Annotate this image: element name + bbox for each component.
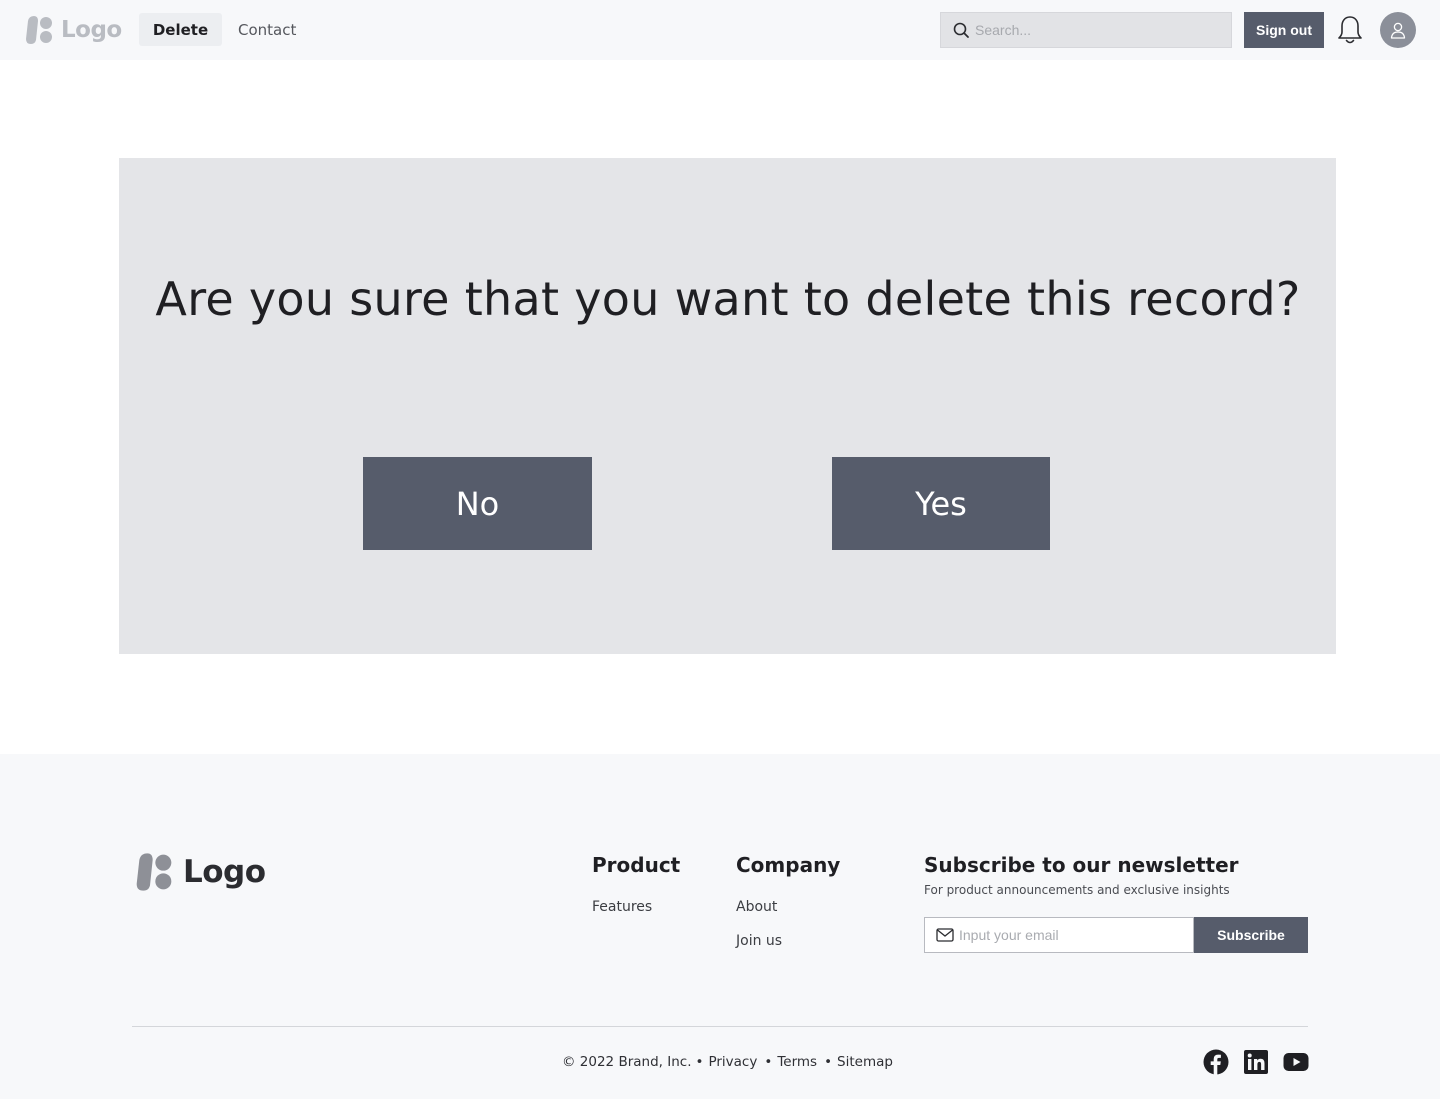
copyright-text: © 2022 Brand, Inc. (562, 1054, 692, 1070)
footer-product-heading: Product (592, 853, 681, 877)
linkedin-icon[interactable] (1243, 1049, 1269, 1075)
newsletter-heading: Subscribe to our newsletter (924, 853, 1239, 877)
footer-bottom-links: © 2022 Brand, Inc. • Privacy • Terms • S… (562, 1052, 893, 1072)
nav-item-delete[interactable]: Delete (139, 13, 222, 46)
youtube-icon[interactable] (1283, 1049, 1309, 1075)
mail-icon (936, 928, 954, 942)
footer-link-terms[interactable]: Terms (777, 1054, 817, 1070)
logo[interactable]: Logo (25, 15, 122, 45)
footer-link-join-us[interactable]: Join us (736, 933, 782, 949)
separator-dot: • (695, 1054, 704, 1070)
separator-dot: • (764, 1054, 773, 1070)
logo-text: Logo (61, 17, 122, 43)
logo-mark-icon (26, 16, 52, 44)
nav-item-contact[interactable]: Contact (238, 13, 296, 46)
footer-link-sitemap[interactable]: Sitemap (837, 1054, 893, 1070)
top-navbar: Logo Delete Contact Sign out (0, 0, 1440, 60)
newsletter-subtitle: For product announcements and exclusive … (924, 883, 1230, 897)
footer-logo[interactable]: Logo (135, 852, 266, 892)
no-button[interactable]: No (363, 457, 592, 550)
subscribe-button[interactable]: Subscribe (1194, 917, 1308, 953)
dialog-question: Are you sure that you want to delete thi… (155, 272, 1301, 326)
separator-dot: • (824, 1054, 833, 1070)
footer-link-privacy[interactable]: Privacy (708, 1054, 757, 1070)
search-icon (953, 22, 969, 38)
search-input[interactable] (975, 22, 1215, 38)
facebook-icon[interactable] (1203, 1049, 1229, 1075)
footer-company-heading: Company (736, 853, 841, 877)
email-box[interactable] (924, 917, 1194, 953)
delete-confirmation-dialog (119, 158, 1336, 654)
footer-logo-text: Logo (183, 854, 266, 890)
user-icon (1390, 22, 1406, 39)
bell-icon[interactable] (1336, 15, 1364, 45)
footer-link-features[interactable]: Features (592, 899, 652, 915)
footer-link-about[interactable]: About (736, 899, 777, 915)
logo-mark-icon (136, 853, 172, 891)
sign-out-button[interactable]: Sign out (1244, 12, 1324, 48)
email-input[interactable] (959, 927, 1184, 943)
footer-divider (132, 1026, 1308, 1027)
yes-button[interactable]: Yes (832, 457, 1050, 550)
avatar[interactable] (1380, 12, 1416, 48)
search-box[interactable] (940, 12, 1232, 48)
